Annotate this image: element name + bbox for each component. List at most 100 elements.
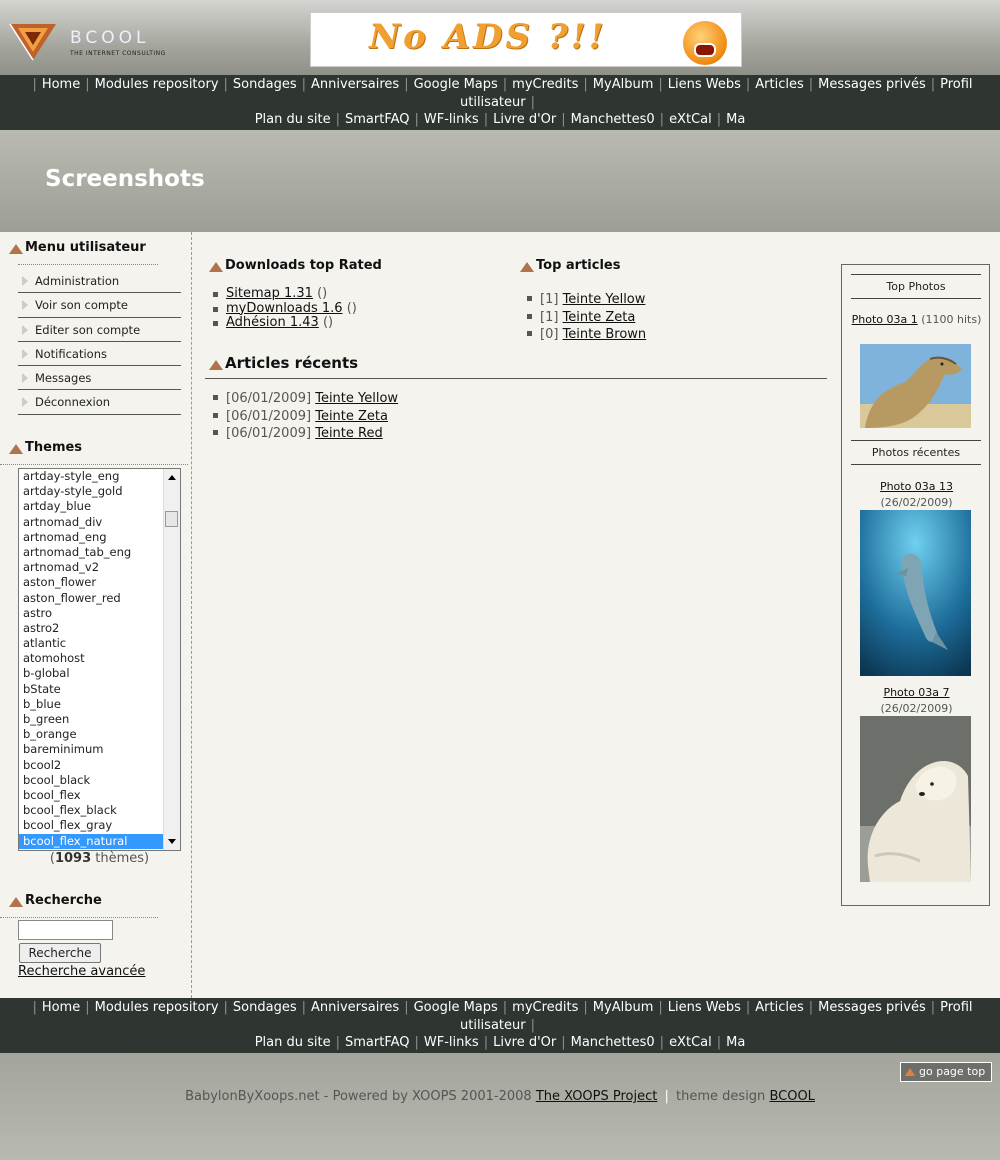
nav-link-smartfaq[interactable]: SmartFAQ [345,1035,410,1050]
nav-link-articles[interactable]: Articles [755,77,803,92]
camel-photo[interactable] [860,344,971,428]
nav-separator: | [502,1000,508,1015]
article-link[interactable]: Teinte Yellow [315,391,398,406]
main-content: Downloads top Rated Sitemap 1.31 () myDow… [193,232,838,998]
nav-link-google-maps[interactable]: Google Maps [414,1000,498,1015]
user-menu-item-editer-son-compte[interactable]: Editer son compte [18,318,181,342]
nav-link-myalbum[interactable]: MyAlbum [593,77,654,92]
user-menu-label: Déconnexion [35,395,111,410]
theme-option[interactable]: artnomad_eng [19,530,164,545]
user-menu-item-notifications[interactable]: Notifications [18,342,181,367]
user-menu-item-deconnexion[interactable]: Déconnexion [18,390,181,415]
nav-link-home[interactable]: Home [42,1000,80,1015]
advanced-search-link[interactable]: Recherche avancée [18,964,145,979]
ad-banner[interactable]: No ADS ?!! [310,12,742,67]
theme-option[interactable]: artnomad_tab_eng [19,545,164,560]
user-menu-item-messages[interactable]: Messages [18,366,181,391]
photo-link[interactable]: Photo 03a 13 [880,480,953,493]
article-link[interactable]: Teinte Yellow [563,292,646,307]
nav-link-messages-prives[interactable]: Messages privés [818,77,926,92]
article-link[interactable]: Teinte Brown [563,327,647,342]
nav-link-livre-d-or[interactable]: Livre d'Or [493,1035,556,1050]
theme-option[interactable]: bcool_flex [19,788,164,803]
scroll-thumb[interactable] [165,511,178,527]
nav-link-plan-du-site[interactable]: Plan du site [255,112,331,127]
nav-link-messages-prives[interactable]: Messages privés [818,1000,926,1015]
search-button[interactable]: Recherche [19,943,101,963]
nav-link-home[interactable]: Home [42,77,80,92]
theme-option[interactable]: aston_flower [19,575,164,590]
nav-link-articles[interactable]: Articles [755,1000,803,1015]
nav-link-anniversaires[interactable]: Anniversaires [311,1000,399,1015]
nav-link-sondages[interactable]: Sondages [233,77,297,92]
nav-link-anniversaires[interactable]: Anniversaires [311,77,399,92]
theme-option[interactable]: b_green [19,712,164,727]
block-title-text: Articles récents [225,354,359,372]
scroll-down-icon[interactable] [168,839,176,844]
nav-link-myalbum[interactable]: MyAlbum [593,1000,654,1015]
menu-arrow-icon [22,373,28,384]
bcool-design-link[interactable]: BCOOL [769,1089,814,1104]
nav-link-smartfaq[interactable]: SmartFAQ [345,112,410,127]
theme-option[interactable]: bareminimum [19,742,164,757]
scroll-up-icon[interactable] [168,475,176,480]
nav-link-sondages[interactable]: Sondages [233,1000,297,1015]
nav-link-extcal[interactable]: eXtCal [669,1035,712,1050]
article-link[interactable]: Teinte Zeta [563,310,636,325]
theme-option[interactable]: astro2 [19,621,164,636]
themes-title: Themes [9,440,82,455]
polar-bear-photo[interactable] [860,716,971,882]
theme-option[interactable]: bcool2 [19,758,164,773]
nav-link-liens-webs[interactable]: Liens Webs [668,77,741,92]
xoops-project-link[interactable]: The XOOPS Project [536,1089,658,1104]
list-scrollbar[interactable] [163,469,180,850]
theme-option[interactable]: astro [19,606,164,621]
theme-option[interactable]: artnomad_div [19,515,164,530]
theme-option[interactable]: bcool_flex_black [19,803,164,818]
recent-photos-title: Photos récentes [851,440,981,465]
user-menu-item-voir-son-compte[interactable]: Voir son compte [18,293,181,318]
theme-option[interactable]: b_blue [19,697,164,712]
nav-link-mycredits[interactable]: myCredits [512,1000,578,1015]
theme-option[interactable]: bcool_flex_natural [19,833,164,849]
article-link[interactable]: Teinte Red [315,426,383,441]
nav-link-manchettes0[interactable]: Manchettes0 [571,112,655,127]
theme-option[interactable]: atlantic [19,636,164,651]
nav-link-wf-links[interactable]: WF-links [424,1035,479,1050]
theme-option[interactable]: bState [19,682,164,697]
theme-option[interactable]: b-global [19,666,164,681]
user-menu-item-administration[interactable]: Administration [18,269,181,294]
theme-option[interactable]: artday-style_gold [19,484,164,499]
theme-option[interactable]: aston_flower_red [19,591,164,606]
theme-option[interactable]: artnomad_v2 [19,560,164,575]
nav-link-modules-repository[interactable]: Modules repository [95,77,219,92]
nav-link-manchettes0[interactable]: Manchettes0 [571,1035,655,1050]
article-link[interactable]: Teinte Zeta [315,409,388,424]
photo-link[interactable]: Photo 03a 7 [883,686,949,699]
photo-link[interactable]: Photo 03a 1 [852,313,918,326]
block-title-text: Menu utilisateur [25,240,146,255]
go-page-top-button[interactable]: go page top [900,1062,992,1082]
theme-option[interactable]: bcool_flex_gray [19,818,164,833]
theme-option[interactable]: artday-style_eng [19,469,164,484]
nav-link-plan-du-site[interactable]: Plan du site [255,1035,331,1050]
nav-link-wf-links[interactable]: WF-links [424,112,479,127]
nav-link-liens-webs[interactable]: Liens Webs [668,1000,741,1015]
download-link[interactable]: Sitemap 1.31 [226,286,313,301]
dolphin-photo[interactable] [860,510,971,676]
search-input[interactable] [18,920,113,940]
nav-link-extcal[interactable]: eXtCal [669,112,712,127]
nav-link-livre-d-or[interactable]: Livre d'Or [493,112,556,127]
site-logo[interactable]: BCOOL THE INTERNET CONSULTING [8,20,168,64]
theme-select-list[interactable]: artday-style_eng artday-style_gold artday_… [18,468,181,851]
theme-option[interactable]: b_orange [19,727,164,742]
download-link[interactable]: myDownloads 1.6 [226,301,343,316]
theme-option[interactable]: artday_blue [19,499,164,514]
download-link[interactable]: Adhésion 1.43 [226,315,319,330]
theme-option[interactable]: bcool_black [19,773,164,788]
nav-link-google-maps[interactable]: Google Maps [414,77,498,92]
nav-link-mycredits[interactable]: myCredits [512,77,578,92]
nav-separator: | [32,77,37,92]
nav-link-modules-repository[interactable]: Modules repository [95,1000,219,1015]
theme-option[interactable]: atomohost [19,651,164,666]
